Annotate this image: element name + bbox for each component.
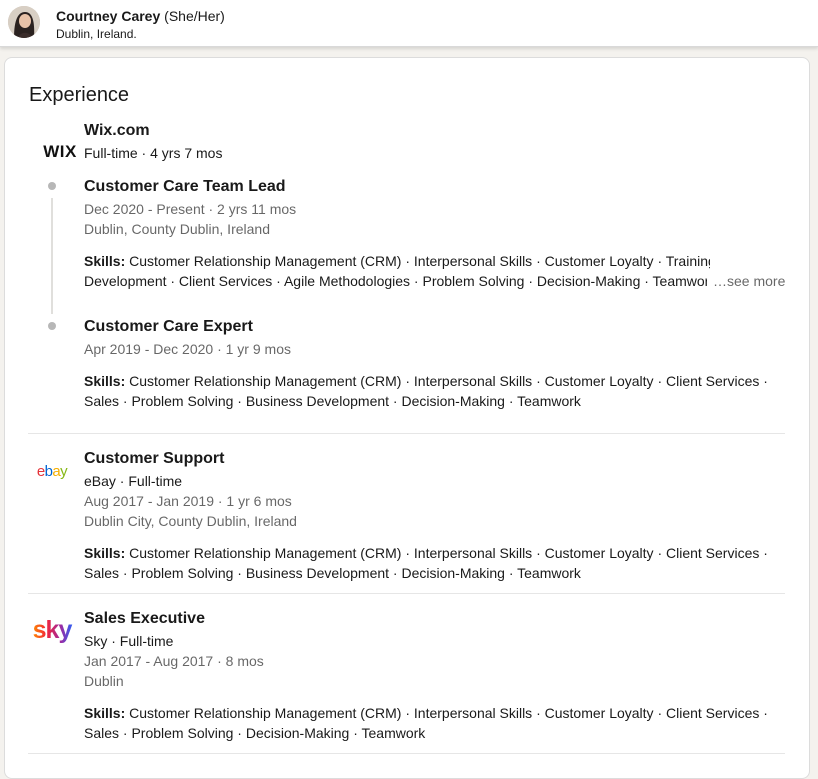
skills-label: Skills: [84, 373, 126, 389]
profile-name: Courtney Carey [56, 8, 161, 24]
skills-line: Skills: Customer Relationship Management… [84, 703, 768, 723]
skills-text: Customer Relationship Management (CRM) ·… [129, 545, 768, 561]
profile-pronouns: (She/Her) [164, 8, 225, 24]
role-skills: Skills: Customer Relationship Management… [84, 543, 768, 583]
skills-line: Skills: Customer Relationship Management… [84, 251, 710, 271]
see-more-link[interactable]: …see more [707, 271, 786, 291]
experience-heading: Experience [29, 84, 130, 106]
profile-name-line: Courtney Carey (She/Her) [56, 8, 225, 24]
ebay-logo-text: ebay [37, 463, 68, 480]
company-meta: eBay · Full-time [84, 473, 183, 489]
skills-line: Skills: Customer Relationship Management… [84, 371, 768, 391]
wix-logo[interactable]: WIX [36, 131, 84, 171]
skills-label: Skills: [84, 705, 126, 721]
skills-line: Sales · Problem Solving · Business Devel… [84, 393, 581, 409]
section-divider [28, 433, 785, 434]
skills-line: Sales · Problem Solving · Decision-Makin… [84, 725, 426, 741]
skills-label: Skills: [84, 253, 126, 269]
skills-line: Skills: Customer Relationship Management… [84, 543, 768, 563]
skills-line: Sales · Problem Solving · Business Devel… [84, 565, 581, 581]
section-divider [28, 593, 785, 594]
role-location: Dublin City, County Dublin, Ireland [84, 513, 297, 529]
company-meta: Sky · Full-time [84, 633, 174, 649]
role-skills: Skills: Customer Relationship Management… [84, 371, 768, 411]
timeline-dot [48, 322, 56, 330]
skills-label: Skills: [84, 545, 126, 561]
role-dates: Jan 2017 - Aug 2017 · 8 mos [84, 653, 264, 669]
role-location: Dublin, County Dublin, Ireland [84, 221, 270, 237]
profile-header-bar: Courtney Carey (She/Her) Dublin, Ireland… [0, 0, 818, 47]
role-location: Dublin [84, 673, 124, 689]
role-title[interactable]: Customer Care Team Lead [84, 177, 286, 197]
wix-logo-text: WIX [43, 142, 77, 161]
role-title[interactable]: Sales Executive [84, 609, 205, 629]
skills-line: Development · Client Services · Agile Me… [84, 273, 710, 289]
company-meta: Full-time · 4 yrs 7 mos [84, 145, 223, 161]
skills-text: Customer Relationship Management (CRM) ·… [129, 705, 768, 721]
profile-location: Dublin, Ireland. [56, 27, 137, 41]
role-title[interactable]: Customer Support [84, 449, 224, 469]
role-skills: Skills: Customer Relationship Management… [84, 703, 768, 743]
skills-text: Customer Relationship Management (CRM) ·… [129, 373, 768, 389]
sky-logo[interactable]: sky [28, 610, 76, 650]
role-dates: Dec 2020 - Present · 2 yrs 11 mos [84, 201, 297, 217]
experience-section: Experience WIX Wix.com Full-time · 4 yrs… [4, 57, 810, 779]
company-name[interactable]: Wix.com [84, 121, 150, 141]
timeline-line [51, 198, 53, 314]
timeline-dot [48, 182, 56, 190]
skills-text: Customer Relationship Management (CRM) ·… [129, 253, 710, 269]
ebay-logo[interactable]: ebay [28, 451, 76, 491]
role-dates: Aug 2017 - Jan 2019 · 1 yr 6 mos [84, 493, 292, 509]
role-skills: Skills: Customer Relationship Management… [84, 251, 710, 291]
sky-logo-text: sky [33, 616, 73, 644]
profile-avatar[interactable] [8, 6, 40, 38]
role-title[interactable]: Customer Care Expert [84, 317, 253, 337]
role-dates: Apr 2019 - Dec 2020 · 1 yr 9 mos [84, 341, 291, 357]
